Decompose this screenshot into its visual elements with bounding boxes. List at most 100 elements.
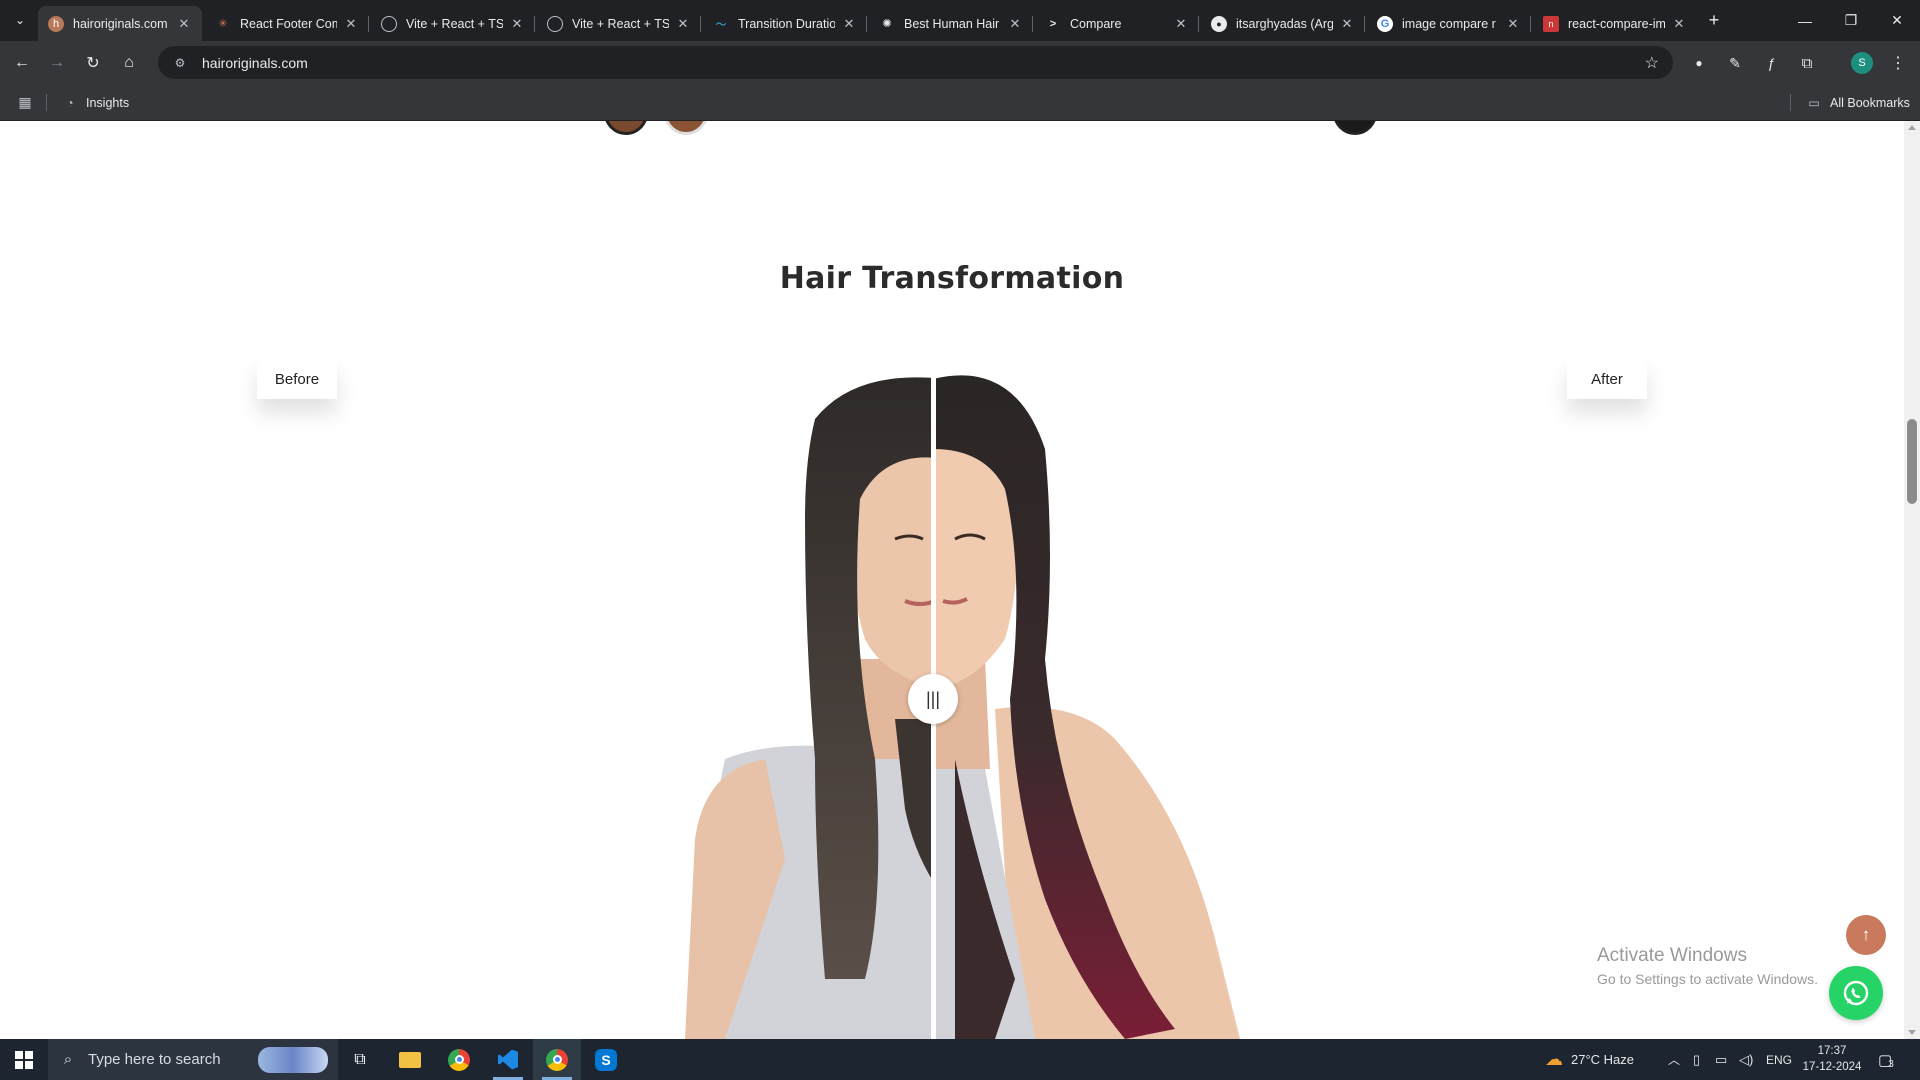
tab-hairoriginals[interactable]: h hairoriginals.com ✕ <box>38 6 202 41</box>
tab-vite-react-1[interactable]: Vite + React + TS ✕ <box>371 6 535 41</box>
weather-widget[interactable]: ☁ 27°C Haze <box>1545 1039 1634 1080</box>
back-icon[interactable]: ← <box>8 49 36 77</box>
scroll-down-arrow-icon[interactable] <box>1908 1030 1916 1035</box>
notification-center-icon[interactable]: ▢ 3 <box>1878 1039 1894 1080</box>
pen-extension-icon[interactable]: ✎ <box>1721 49 1749 77</box>
site-settings-icon[interactable]: ⚙ <box>166 56 194 70</box>
tab-title: Vite + React + TS <box>572 16 669 31</box>
whatsapp-chat-button[interactable] <box>1829 966 1883 1020</box>
bookmark-insights[interactable]: ◔ Insights <box>62 92 129 113</box>
claude-icon: ✳ <box>218 18 228 30</box>
restore-icon[interactable]: ❐ <box>1828 0 1874 41</box>
tab-title: Best Human Hair <box>904 16 1000 31</box>
language-indicator[interactable]: ENG <box>1766 1039 1792 1080</box>
scrollbar-thumb[interactable] <box>1907 419 1917 504</box>
watermark-line-1: Activate Windows <box>1597 945 1747 966</box>
tab-react-footer[interactable]: ✳ React Footer Com ✕ <box>205 6 369 41</box>
close-window-icon[interactable]: ✕ <box>1874 0 1920 41</box>
scroll-to-top-button[interactable]: ↑ <box>1846 915 1886 955</box>
haze-weather-icon: ☁ <box>1545 1049 1563 1069</box>
windows-logo-icon <box>15 1050 33 1069</box>
tab-search-chevron-icon[interactable]: ⌄ <box>8 8 32 32</box>
close-tab-icon[interactable]: ✕ <box>1339 16 1355 32</box>
page-scrollbar[interactable] <box>1904 121 1920 1039</box>
after-label: After <box>1567 359 1647 399</box>
close-tab-icon[interactable]: ✕ <box>509 16 525 32</box>
bookmark-star-icon[interactable]: ☆ <box>1645 53 1659 73</box>
tab-title: itsarghyadas (Arg <box>1236 16 1333 31</box>
whatsapp-icon <box>1843 980 1869 1006</box>
tab-vite-react-2[interactable]: Vite + React + TS ✕ <box>537 6 701 41</box>
after-image <box>933 375 1240 1039</box>
close-tab-icon[interactable]: ✕ <box>841 16 857 32</box>
tab-title: React Footer Com <box>240 16 337 31</box>
close-tab-icon[interactable]: ✕ <box>1671 16 1687 32</box>
taskbar-search[interactable]: ⌕ Type here to search <box>48 1039 338 1080</box>
close-tab-icon[interactable]: ✕ <box>176 16 192 32</box>
vscode-icon[interactable] <box>484 1039 532 1080</box>
apps-grid-icon[interactable]: ▦ <box>16 93 34 111</box>
tab-react-compare-image[interactable]: n react-compare-im ✕ <box>1533 6 1697 41</box>
formula-extension-icon[interactable]: ƒ <box>1757 49 1785 77</box>
tab-best-human-hair[interactable]: ✺ Best Human Hair ✕ <box>869 6 1033 41</box>
before-after-compare[interactable]: ||| <box>255 339 1665 1039</box>
extension-icon[interactable]: ● <box>1685 49 1713 77</box>
minimize-icon[interactable]: — <box>1782 0 1828 41</box>
compare-slider-handle[interactable]: ||| <box>908 674 958 724</box>
github-icon: ● <box>1211 15 1227 32</box>
start-button[interactable] <box>0 1039 48 1080</box>
skype-icon[interactable]: S <box>582 1039 630 1080</box>
hairoriginals-logo-icon: h <box>48 15 64 32</box>
extensions-puzzle-icon[interactable]: ⧉ <box>1793 49 1821 77</box>
globe-icon <box>381 15 397 32</box>
clock-date: 17-12-2024 <box>1802 1061 1862 1073</box>
system-clock[interactable]: 17:37 17-12-2024 <box>1797 1043 1867 1075</box>
new-tab-plus-icon[interactable]: + <box>1703 9 1725 31</box>
chrome-profile-icon[interactable] <box>533 1039 581 1080</box>
scroll-up-arrow-icon[interactable] <box>1908 125 1916 130</box>
tab-compare[interactable]: > Compare ✕ <box>1035 6 1199 41</box>
notification-count: 3 <box>1888 1059 1894 1070</box>
tab-strip: ⌄ h hairoriginals.com ✕ ✳ React Footer C… <box>0 0 1920 41</box>
before-label: Before <box>257 359 337 399</box>
folder-icon: ▭ <box>1808 95 1820 110</box>
chrome-icon[interactable] <box>435 1039 483 1080</box>
meet-now-icon[interactable]: ▯ <box>1693 1039 1700 1080</box>
file-explorer-icon[interactable] <box>386 1039 434 1080</box>
review-avatar <box>1333 121 1377 135</box>
address-bar[interactable]: ⚙ hairoriginals.com ☆ <box>158 46 1673 79</box>
search-highlight-image <box>258 1047 328 1073</box>
windows-activation-watermark: Activate Windows Go to Settings to activ… <box>1597 945 1818 987</box>
close-tab-icon[interactable]: ✕ <box>675 16 691 32</box>
weather-text: 27°C Haze <box>1571 1052 1635 1067</box>
search-placeholder: Type here to search <box>88 1051 221 1068</box>
tab-transition-duration[interactable]: 〜 Transition Duratio ✕ <box>703 6 867 41</box>
network-icon[interactable]: ▭ <box>1715 1039 1727 1080</box>
close-tab-icon[interactable]: ✕ <box>1007 16 1023 32</box>
tab-github[interactable]: ● itsarghyadas (Arg ✕ <box>1201 6 1365 41</box>
tab-title: Transition Duratio <box>738 16 835 31</box>
page-viewport: Hair Transformation ||| Before After Act… <box>0 121 1904 1039</box>
bookmarks-bar: ▦ ◔ Insights ▭ All Bookmarks <box>0 84 1920 121</box>
reload-icon[interactable]: ↻ <box>79 49 107 77</box>
clock-time: 17:37 <box>1817 1045 1847 1057</box>
close-tab-icon[interactable]: ✕ <box>1505 16 1521 32</box>
chatgpt-icon: ✺ <box>882 18 892 30</box>
tab-title: hairoriginals.com <box>73 16 168 31</box>
url-text[interactable]: hairoriginals.com <box>202 55 308 71</box>
review-avatar <box>604 121 648 135</box>
show-hidden-icons-chevron-icon[interactable]: ︿ <box>1668 1039 1680 1080</box>
volume-icon[interactable]: ◁) <box>1739 1039 1753 1080</box>
home-icon[interactable]: ⌂ <box>115 49 143 77</box>
all-bookmarks[interactable]: ▭ All Bookmarks <box>1806 92 1910 113</box>
more-menu-icon[interactable]: ⋮ <box>1884 49 1912 77</box>
profile-avatar[interactable]: S <box>1851 52 1873 74</box>
forward-icon[interactable]: → <box>43 49 71 77</box>
close-tab-icon[interactable]: ✕ <box>343 16 359 32</box>
watermark-line-2: Go to Settings to activate Windows. <box>1597 971 1818 987</box>
task-view-icon[interactable]: ⧉ <box>336 1039 384 1080</box>
review-avatar <box>664 121 708 135</box>
tab-title: Vite + React + TS <box>406 16 503 31</box>
tab-image-compare[interactable]: G image compare r ✕ <box>1367 6 1531 41</box>
close-tab-icon[interactable]: ✕ <box>1173 16 1189 32</box>
